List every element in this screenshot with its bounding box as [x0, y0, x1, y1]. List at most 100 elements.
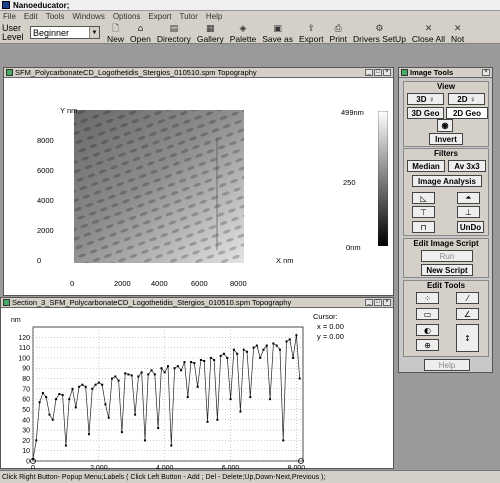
open-button[interactable]: ⌂ Open — [127, 22, 154, 44]
topography-window-titlebar[interactable]: SFM_PolycarbonateCD_Logothetidis_Stergio… — [4, 68, 393, 78]
data-point — [120, 431, 123, 434]
menu-file[interactable]: File — [3, 12, 16, 21]
bulb-icon: ♀ — [428, 94, 435, 104]
data-point — [48, 413, 51, 416]
data-point — [236, 352, 239, 355]
user-level-select[interactable]: Beginner ▼ — [30, 26, 100, 39]
minimize-icon[interactable]: _ — [365, 299, 373, 306]
data-point — [193, 362, 196, 365]
data-point — [262, 348, 265, 351]
data-point — [55, 398, 58, 401]
section-line-icon[interactable]: ⁄ — [456, 292, 479, 304]
data-point — [285, 340, 288, 343]
app-title: Nanoeducator; — [13, 0, 70, 10]
save-as-button[interactable]: ▣ Save as — [259, 22, 296, 44]
image-analysis-button[interactable]: Image Analysis — [412, 175, 482, 187]
view-2d-button[interactable]: 2D ♀ — [448, 93, 485, 105]
markers-icon[interactable]: ⁘ — [416, 292, 439, 304]
data-point — [137, 375, 140, 378]
drivers-setup-button[interactable]: ⚙ Drivers SetUp — [350, 22, 409, 44]
topography-image[interactable] — [74, 110, 244, 263]
image-tools-titlebar[interactable]: Image Tools × — [399, 68, 492, 78]
user-level-value: Beginner — [33, 27, 70, 38]
new-script-button[interactable]: New Script — [421, 264, 473, 276]
close-all-button[interactable]: ✕ Close All — [409, 22, 448, 44]
close-icon[interactable]: × — [383, 299, 391, 306]
save-icon: ▣ — [273, 23, 282, 34]
data-point — [64, 444, 67, 447]
undo-button[interactable]: UnDo — [457, 221, 484, 233]
maximize-icon[interactable]: □ — [374, 299, 382, 306]
data-point — [275, 344, 278, 347]
data-point — [51, 418, 54, 421]
close-icon[interactable]: × — [482, 69, 490, 76]
data-point — [104, 403, 107, 406]
help-button[interactable]: Help — [424, 359, 470, 371]
menu-help[interactable]: Help — [206, 12, 222, 21]
data-point — [157, 427, 160, 430]
palette-icon: ◈ — [239, 23, 247, 34]
tilt-icon[interactable]: ⏶ — [457, 192, 480, 204]
view-2d-geo-button[interactable]: 2D Geo — [446, 107, 488, 119]
data-point — [252, 346, 255, 349]
section-profile-chart[interactable]: 0 10 20 30 40 50 60 70 80 90 100 110 120 0 2,000 4,000 6… — [1, 309, 309, 469]
section-window-title: Section_3_SFM_PolycarbonateCD_Logothetid… — [12, 298, 292, 307]
minimize-icon[interactable]: _ — [365, 69, 373, 76]
angle-icon[interactable]: ∠ — [456, 308, 479, 320]
close-icon[interactable]: × — [383, 69, 391, 76]
export-button[interactable]: ⇪ Export — [296, 22, 327, 44]
menu-export[interactable]: Export — [148, 12, 171, 21]
maximize-icon[interactable]: □ — [374, 69, 382, 76]
menu-tools[interactable]: Tools — [46, 12, 65, 21]
menu-windows[interactable]: Windows — [72, 12, 104, 21]
data-point — [272, 342, 275, 345]
data-point — [222, 352, 225, 355]
data-point — [150, 369, 153, 372]
menu-options[interactable]: Options — [113, 12, 141, 21]
data-point — [160, 367, 163, 370]
user-level-label: User Level — [2, 22, 24, 42]
directory-button[interactable]: ▤ Directory — [154, 22, 194, 44]
median-button[interactable]: Median — [407, 160, 445, 172]
run-button[interactable]: Run — [421, 250, 473, 262]
step-correct-icon[interactable]: ⊤ — [412, 206, 435, 218]
vertical-scale-icon[interactable]: ↕ — [456, 324, 479, 352]
new-button[interactable]: 🗋 New — [104, 22, 127, 44]
y-tick-label: 50 — [22, 407, 30, 414]
data-point — [74, 406, 77, 409]
data-point — [81, 383, 84, 386]
gallery-button[interactable]: ▦ Gallery — [194, 22, 227, 44]
y-tick: 8000 — [37, 136, 54, 145]
palette-button[interactable]: ◈ Palette — [227, 22, 259, 44]
close-all-icon: ✕ — [424, 23, 433, 34]
plane-fit-icon[interactable]: ◺ — [412, 192, 435, 204]
section-window-titlebar[interactable]: Section_3_SFM_PolycarbonateCD_Logothetid… — [1, 298, 393, 308]
data-point — [259, 356, 262, 359]
menu-edit[interactable]: Edit — [24, 12, 38, 21]
menu-tutor[interactable]: Tutor — [180, 12, 198, 21]
invert-button[interactable]: Invert — [429, 133, 463, 145]
directory-icon: ▤ — [169, 23, 179, 34]
data-point — [232, 348, 235, 351]
data-point — [196, 385, 199, 388]
contrast-icon[interactable]: ◐ — [416, 324, 439, 336]
data-point — [269, 398, 272, 401]
x-axis-label: X nm — [276, 256, 294, 265]
step-icon[interactable]: ⊥ — [457, 206, 480, 218]
app-titlebar: Nanoeducator; — [0, 0, 500, 11]
av3x3-button[interactable]: Av 3x3 — [448, 160, 486, 172]
data-point — [278, 348, 281, 351]
not-icon: ✕ — [453, 23, 462, 34]
chevron-down-icon[interactable]: ▼ — [89, 27, 99, 38]
data-point — [143, 439, 146, 442]
not-button[interactable]: ✕ Not — [448, 22, 467, 44]
line-correct-icon[interactable]: ⊓ — [412, 221, 435, 233]
x-tick-label: 8,000 — [288, 465, 306, 469]
palette-icon[interactable]: ◉ — [437, 119, 453, 132]
view-3d-geo-button[interactable]: 3D Geo — [407, 107, 444, 119]
print-button[interactable]: ⎙ Print — [327, 22, 350, 44]
view-3d-button[interactable]: 3D ♀ — [407, 93, 444, 105]
data-point — [288, 338, 291, 341]
ruler-icon[interactable]: ▭ — [416, 308, 439, 320]
zoom-icon[interactable]: ⊕ — [416, 339, 439, 351]
